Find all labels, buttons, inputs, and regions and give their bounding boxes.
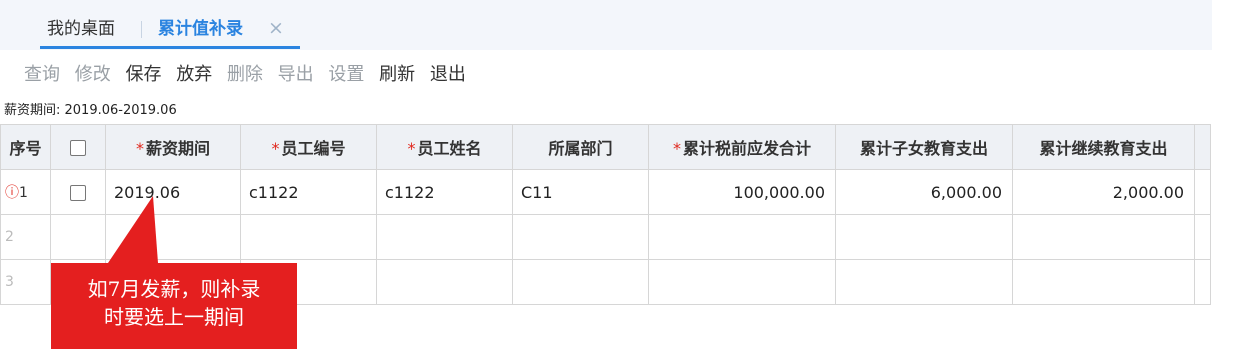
annotation-callout: 如7月发薪，则补录 时要选上一期间 — [51, 263, 297, 349]
cell-cont-edu[interactable] — [1012, 259, 1195, 305]
tab-cumulative-entry[interactable]: 累计值补录 — [158, 19, 243, 39]
table-row[interactable]: ⓘ1 2019.06 c1122 c1122 C11 100,000.00 6,… — [0, 169, 1211, 215]
annotation-line-1: 如7月发薪，则补录 — [87, 277, 261, 301]
salary-period-info: 薪资期间: 2019.06-2019.06 — [4, 103, 177, 118]
annotation-line-2: 时要选上一期间 — [104, 305, 244, 329]
col-header-seq: 序号 — [0, 124, 51, 170]
required-mark: * — [135, 139, 144, 158]
cell-period[interactable]: 2019.06 — [105, 169, 241, 215]
cell-overflow — [1194, 214, 1211, 260]
cell-cont-edu[interactable]: 2,000.00 — [1012, 169, 1195, 215]
row-seq: 3 — [0, 259, 51, 305]
tab-divider — [141, 21, 142, 38]
cell-overflow — [1194, 169, 1211, 215]
col-header-emp-no[interactable]: * 员工编号 — [240, 124, 377, 170]
query-button[interactable]: 查询 — [24, 64, 60, 85]
col-header-dept[interactable]: 所属部门 — [512, 124, 649, 170]
cell-pre-tax-total[interactable] — [648, 259, 836, 305]
required-mark: * — [271, 139, 280, 158]
cell-emp-name[interactable]: c1122 — [376, 169, 513, 215]
cell-pre-tax-total[interactable] — [648, 214, 836, 260]
table-row[interactable]: 2 — [0, 214, 1211, 260]
discard-button[interactable]: 放弃 — [176, 64, 212, 85]
save-button[interactable]: 保存 — [125, 64, 161, 85]
settings-button[interactable]: 设置 — [328, 64, 364, 85]
col-header-period[interactable]: * 薪资期间 — [105, 124, 241, 170]
col-header-pre-tax-total[interactable]: * 累计税前应发合计 — [648, 124, 836, 170]
cell-dept[interactable] — [512, 259, 649, 305]
cell-pre-tax-total[interactable]: 100,000.00 — [648, 169, 836, 215]
active-tab-indicator — [40, 46, 300, 49]
header-row: 序号 * 薪资期间 * 员工编号 * 员工姓名 所属部门 * 累计税前应发合计 累计子女… — [0, 124, 1211, 170]
cell-dept[interactable]: C11 — [512, 169, 649, 215]
cell-emp-name[interactable] — [376, 259, 513, 305]
toolbar: 查询 修改 保存 放弃 删除 导出 设置 刷新 退出 — [24, 63, 475, 87]
warning-icon[interactable]: ⓘ — [5, 185, 19, 201]
delete-button[interactable]: 删除 — [227, 64, 263, 85]
col-header-cont-edu[interactable]: 累计继续教育支出 — [1012, 124, 1195, 170]
cell-cont-edu[interactable] — [1012, 214, 1195, 260]
cell-emp-no[interactable] — [240, 214, 377, 260]
export-button[interactable]: 导出 — [278, 64, 314, 85]
col-header-child-edu[interactable]: 累计子女教育支出 — [835, 124, 1013, 170]
cell-dept[interactable] — [512, 214, 649, 260]
cell-period[interactable] — [105, 214, 241, 260]
cell-child-edu[interactable] — [835, 259, 1013, 305]
close-icon[interactable]: × — [268, 17, 284, 39]
tab-my-desktop[interactable]: 我的桌面 — [47, 19, 115, 39]
cell-emp-name[interactable] — [376, 214, 513, 260]
row-seq: 2 — [0, 214, 51, 260]
cell-child-edu[interactable] — [835, 214, 1013, 260]
row-seq: ⓘ1 — [0, 169, 51, 215]
col-header-overflow — [1194, 124, 1211, 170]
exit-button[interactable]: 退出 — [430, 64, 466, 85]
select-all-checkbox[interactable] — [50, 124, 106, 170]
edit-button[interactable]: 修改 — [75, 64, 111, 85]
cell-emp-no[interactable]: c1122 — [240, 169, 377, 215]
col-header-emp-name[interactable]: * 员工姓名 — [376, 124, 513, 170]
row-checkbox-cell[interactable] — [50, 214, 106, 260]
required-mark: * — [672, 139, 681, 158]
tab-bar: 我的桌面 累计值补录 × — [0, 0, 1212, 50]
required-mark: * — [407, 139, 416, 158]
refresh-button[interactable]: 刷新 — [379, 64, 415, 85]
cell-child-edu[interactable]: 6,000.00 — [835, 169, 1013, 215]
row-checkbox[interactable] — [50, 169, 106, 215]
cell-overflow — [1194, 259, 1211, 305]
